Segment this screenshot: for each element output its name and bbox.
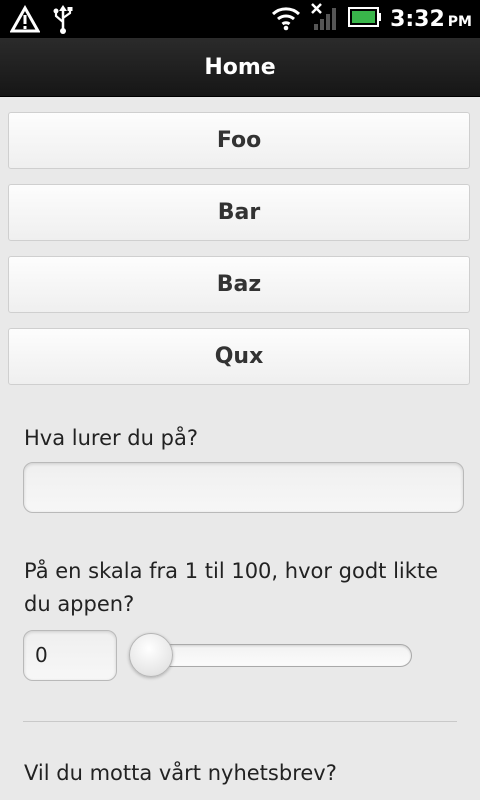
status-time: 3:32 PM <box>390 7 472 32</box>
baz-button[interactable]: Baz <box>8 256 470 313</box>
question-label: Hva lurer du på? <box>24 426 198 450</box>
status-bar: 3:32 PM <box>0 0 480 38</box>
signal-icon <box>310 2 340 37</box>
qux-button[interactable]: Qux <box>8 328 470 385</box>
rating-label-line2: du appen? <box>24 592 135 616</box>
foo-button[interactable]: Foo <box>8 112 470 169</box>
rating-label-line1: På en skala fra 1 til 100, hvor godt lik… <box>24 559 439 583</box>
newsletter-label: Vil du motta vårt nyhetsbrev? <box>24 761 337 785</box>
question-input[interactable] <box>23 462 464 513</box>
rating-slider-thumb[interactable] <box>129 633 173 677</box>
usb-icon <box>52 4 74 39</box>
warning-icon <box>9 4 41 38</box>
battery-icon <box>348 6 382 33</box>
bar-button[interactable]: Bar <box>8 184 470 241</box>
time-ampm: PM <box>447 13 472 30</box>
header-bar: Home <box>0 38 480 97</box>
page-title: Home <box>204 54 276 80</box>
rating-number-input[interactable]: 0 <box>23 630 117 681</box>
time-value: 3:32 <box>390 6 445 32</box>
divider <box>23 721 457 722</box>
wifi-icon <box>270 3 302 36</box>
